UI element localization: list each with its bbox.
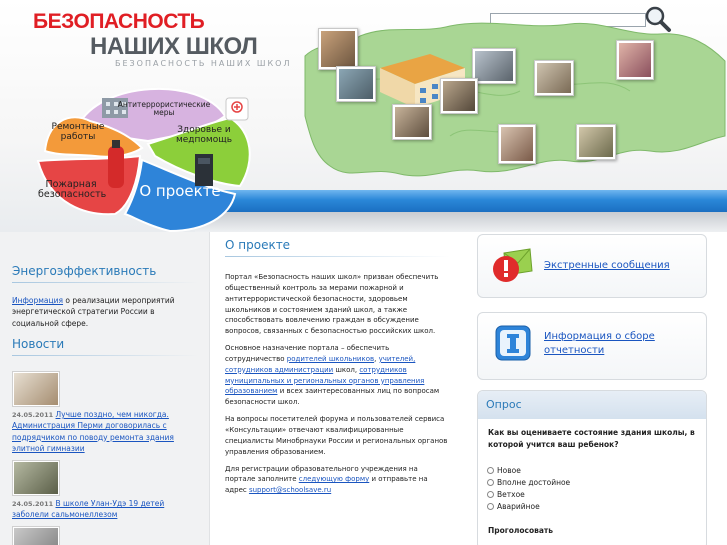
news-thumbnail[interactable]: [12, 525, 60, 545]
logo-line-2[interactable]: НАШИХ ШКОЛ: [90, 33, 258, 61]
map-photo[interactable]: [616, 40, 654, 80]
poll-widget: Опрос Как вы оцениваете состояние здания…: [477, 390, 707, 545]
map-shape: [304, 22, 726, 177]
energy-text: Информация о реализации мероприятий энер…: [12, 295, 198, 329]
about-paragraph-4: Для регистрации образовательного учрежде…: [225, 464, 450, 497]
menu-label-fire[interactable]: Пожарная безопасность: [38, 179, 106, 201]
news-section-title: Новости: [12, 337, 65, 351]
news-thumbnail[interactable]: [12, 371, 60, 407]
poll-option-label: Аварийное: [497, 501, 540, 511]
divider: [12, 282, 198, 283]
registration-form-link[interactable]: следующую форму: [299, 475, 370, 483]
about-paragraph-2: Основное назначение портала – обеспечить…: [225, 343, 450, 408]
map-photo[interactable]: [534, 60, 574, 96]
text-span: школ,: [333, 365, 360, 374]
news-item: 24.05.2011 Лучше поздно, чем никогда. Ад…: [12, 371, 202, 454]
map-photo[interactable]: [498, 124, 536, 164]
vote-button[interactable]: Проголосовать: [488, 526, 706, 535]
russia-map: [300, 16, 727, 196]
reporting-info-link[interactable]: Информация о сборе отчетности: [544, 330, 694, 358]
map-photo[interactable]: [318, 28, 358, 70]
page-header: БЕЗОПАСНОСТЬ НАШИХ ШКОЛ БЕЗОПАСНОСТЬ НАШ…: [0, 0, 727, 233]
news-thumbnail[interactable]: [12, 460, 60, 496]
poll-option-label: Вполне достойное: [497, 477, 571, 487]
header-blue-bar: [195, 190, 727, 212]
reporting-card[interactable]: Информация о сборе отчетности: [477, 312, 707, 380]
radio-button[interactable]: [487, 490, 494, 498]
map-photo[interactable]: [440, 78, 478, 114]
news-date: 24.05.2011: [12, 411, 54, 419]
radio-button[interactable]: [487, 502, 494, 510]
radio-button[interactable]: [487, 478, 494, 486]
divider: [225, 256, 450, 257]
left-sidebar: Энергоэффективность Информация о реализа…: [0, 232, 210, 545]
energy-section-title: Энергоэффективность: [12, 264, 157, 278]
menu-label-antiterror[interactable]: Антитеррористические меры: [114, 100, 214, 118]
about-section: О проекте Портал «Безопасность наших шко…: [225, 232, 450, 502]
map-photo[interactable]: [472, 48, 516, 84]
poll-option-label: Новое: [497, 465, 521, 475]
map-photo[interactable]: [392, 104, 432, 140]
map-photo[interactable]: [576, 124, 616, 160]
logo-line-1[interactable]: БЕЗОПАСНОСТЬ: [33, 10, 205, 34]
menu-label-health[interactable]: Здоровье и медпомощь: [168, 125, 240, 146]
poll-option[interactable]: Аварийное: [487, 500, 706, 512]
poll-options: Новое Вполне достойное Ветхое Аварийное: [478, 464, 706, 512]
news-item: 24.05.2011 В школе Улан-Удэ 19 детей заб…: [12, 460, 202, 521]
news-date: 24.05.2011: [12, 500, 54, 508]
fire-extinguisher-icon: [108, 146, 124, 188]
poll-title: Опрос: [478, 391, 706, 419]
logo-tagline: БЕЗОПАСНОСТЬ НАШИХ ШКОЛ: [115, 59, 292, 68]
poll-option-label: Ветхое: [497, 489, 525, 499]
emergency-card[interactable]: Экстренные сообщения: [477, 234, 707, 298]
info-icon: [495, 325, 531, 361]
poll-option[interactable]: Ветхое: [487, 488, 706, 500]
news-list: 24.05.2011 Лучше поздно, чем никогда. Ад…: [12, 371, 202, 545]
emergency-messages-link[interactable]: Экстренные сообщения: [544, 260, 670, 271]
section-flower-menu: Антитеррористические меры Ремонтные рабо…: [30, 76, 270, 236]
poll-option[interactable]: Новое: [487, 464, 706, 476]
about-paragraph-1: Портал «Безопасность наших школ» призван…: [225, 273, 439, 336]
energy-info-link[interactable]: Информация: [12, 296, 63, 305]
poll-question: Как вы оцениваете состояние здания школы…: [488, 428, 695, 449]
radio-button[interactable]: [487, 466, 494, 474]
alert-envelope-icon: [493, 248, 533, 282]
header-bar-shadow: [195, 212, 727, 232]
poll-option[interactable]: Вполне достойное: [487, 476, 706, 488]
divider: [12, 355, 198, 356]
menu-label-about[interactable]: О проекте: [130, 183, 230, 200]
about-paragraph-3: На вопросы посетителей форума и пользова…: [225, 415, 448, 456]
about-title: О проекте: [225, 238, 291, 252]
map-photo[interactable]: [336, 66, 376, 102]
parents-link[interactable]: родителей школьников: [287, 355, 374, 363]
support-email-link[interactable]: support@schoolsave.ru: [249, 486, 331, 494]
menu-label-repairs[interactable]: Ремонтные работы: [50, 122, 106, 143]
